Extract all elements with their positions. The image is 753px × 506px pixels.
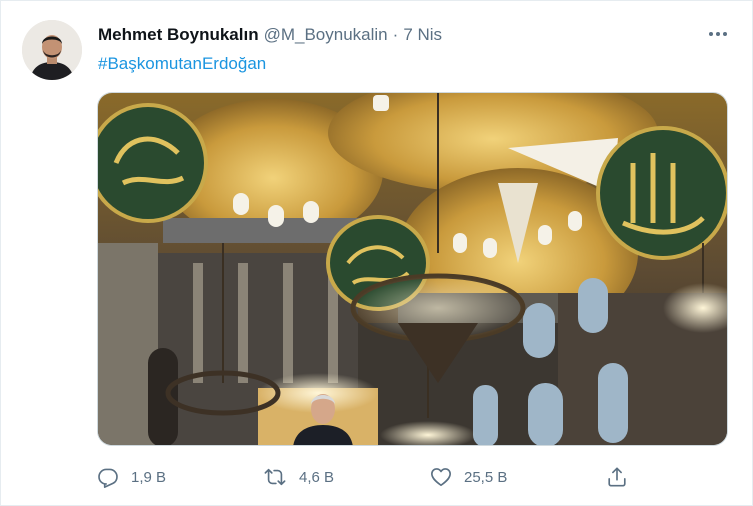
retweet-icon	[264, 468, 286, 486]
share-button[interactable]	[606, 462, 628, 492]
separator-dot: ·	[392, 25, 399, 44]
more-options-button[interactable]	[707, 26, 729, 42]
user-avatar[interactable]	[22, 20, 82, 80]
like-button[interactable]: 25,5 B	[430, 462, 507, 492]
hagia-sophia-interior-photo	[98, 93, 727, 445]
display-name[interactable]: Mehmet Boynukalın	[98, 25, 259, 45]
hashtag-link[interactable]: #BaşkomutanErdoğan	[98, 54, 266, 74]
share-icon	[608, 467, 626, 487]
reply-button[interactable]: 1,9 B	[97, 462, 166, 492]
tweet-card[interactable]: Mehmet Boynukalın @M_Boynukalin · 7 Nis …	[0, 0, 753, 506]
retweet-count: 4,6 B	[299, 468, 335, 486]
tweet-photo[interactable]	[97, 92, 728, 446]
heart-icon	[431, 468, 451, 487]
avatar-image	[22, 20, 82, 80]
tweet-actions-bar: 1,9 B 4,6 B 25,5 B	[97, 462, 637, 492]
tweet-date[interactable]: 7 Nis	[403, 25, 442, 45]
tweet-header: Mehmet Boynukalın @M_Boynukalin · 7 Nis	[98, 24, 442, 46]
like-count: 25,5 B	[464, 468, 508, 486]
user-handle[interactable]: @M_Boynukalin	[264, 25, 388, 45]
reply-count: 1,9 B	[131, 468, 167, 486]
retweet-button[interactable]: 4,6 B	[263, 462, 334, 492]
reply-icon	[98, 468, 118, 488]
more-dots-icon	[709, 32, 727, 36]
